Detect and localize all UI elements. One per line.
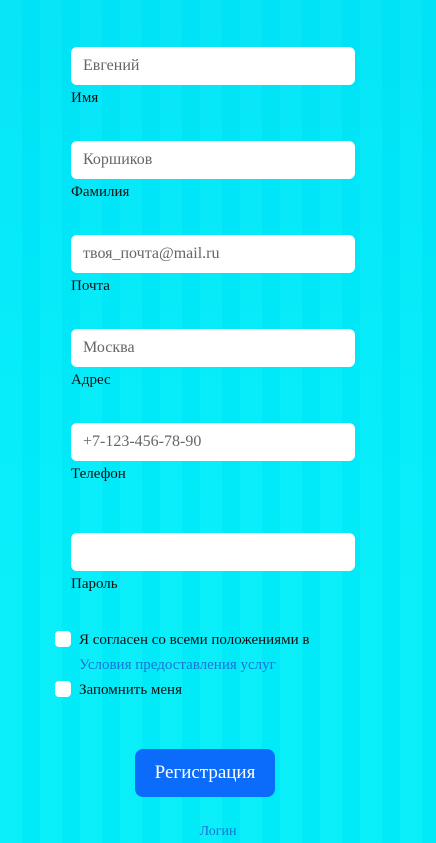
address-label: Адрес	[71, 372, 111, 388]
first-name-group: Имя	[71, 47, 355, 107]
phone-group: Телефон	[71, 423, 355, 483]
last-name-group: Фамилия	[71, 141, 355, 201]
password-group: Пароль	[71, 533, 355, 593]
terms-link[interactable]: Условия предоставления услуг	[79, 656, 309, 674]
last-name-label: Фамилия	[71, 184, 130, 200]
agree-text-block: Я согласен со всеми положениями в Услови…	[79, 631, 309, 674]
login-link[interactable]: Логин	[0, 824, 436, 840]
background	[0, 0, 436, 843]
remember-row: Запомнить меня	[55, 681, 182, 699]
email-group: Почта	[71, 235, 355, 295]
agree-row: Я согласен со всеми положениями в Услови…	[55, 631, 309, 674]
password-label: Пароль	[71, 576, 118, 592]
register-button[interactable]: Регистрация	[135, 749, 275, 797]
email-input[interactable]	[71, 235, 355, 273]
agree-checkbox[interactable]	[55, 631, 71, 647]
remember-checkbox[interactable]	[55, 681, 71, 697]
first-name-label: Имя	[71, 90, 99, 106]
address-group: Адрес	[71, 329, 355, 389]
phone-label: Телефон	[71, 466, 126, 482]
password-input[interactable]	[71, 533, 355, 571]
address-input[interactable]	[71, 329, 355, 367]
email-label: Почта	[71, 278, 110, 294]
agree-text: Я согласен со всеми положениями в	[79, 632, 310, 648]
first-name-input[interactable]	[71, 47, 355, 85]
phone-input[interactable]	[71, 423, 355, 461]
remember-text: Запомнить меня	[79, 682, 182, 698]
last-name-input[interactable]	[71, 141, 355, 179]
